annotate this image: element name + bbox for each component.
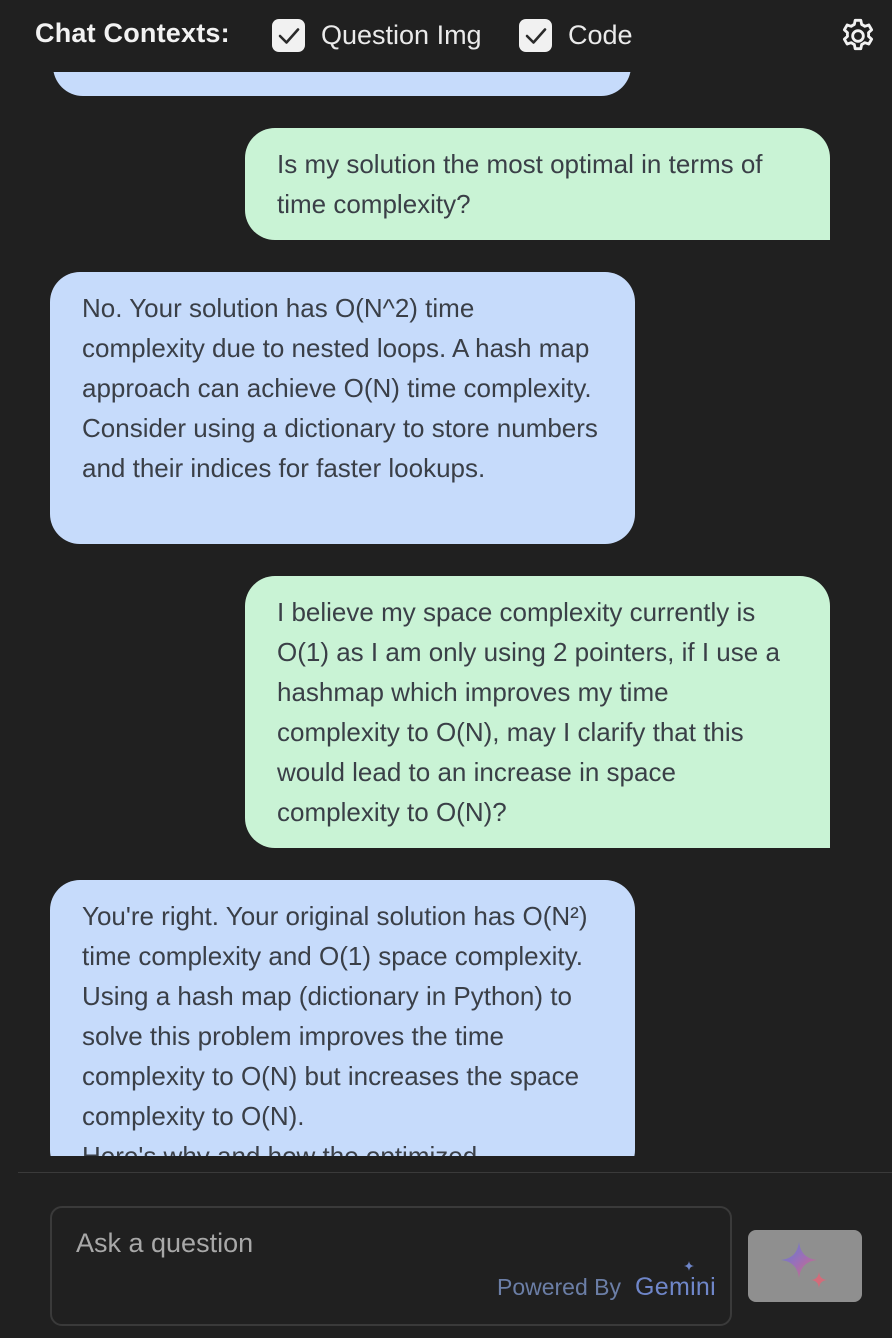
user-message: I believe my space complexity currently … xyxy=(245,576,830,848)
question-img-toggle[interactable]: Question Img xyxy=(272,19,482,52)
user-message: Is my solution the most optimal in terms… xyxy=(245,128,830,240)
code-label: Code xyxy=(568,20,633,50)
question-img-checkbox[interactable] xyxy=(272,19,305,52)
gear-icon xyxy=(842,18,874,51)
message-list[interactable]: Is my solution the most optimal in terms… xyxy=(0,72,892,1156)
checkmark-icon xyxy=(525,27,546,44)
gemini-sparkle-icon xyxy=(781,1242,827,1288)
powered-by-label: Powered By xyxy=(496,1274,621,1300)
settings-button[interactable] xyxy=(838,16,878,56)
question-input[interactable]: Ask a question Powered By Gemini xyxy=(50,1206,732,1326)
input-divider xyxy=(18,1172,892,1173)
assistant-message: No. Your solution has O(N^2) time comple… xyxy=(50,272,635,544)
gemini-wordmark: Gemini xyxy=(635,1273,716,1301)
assistant-message: You're right. Your original solution has… xyxy=(50,880,635,1156)
gemini-logo: Gemini xyxy=(635,1261,716,1302)
checkmark-icon xyxy=(278,27,299,44)
question-img-label: Question Img xyxy=(321,20,482,50)
code-toggle[interactable]: Code xyxy=(519,19,633,52)
send-button[interactable] xyxy=(748,1230,862,1302)
chat-context-header: Chat Contexts: Question Img Code xyxy=(0,0,892,72)
powered-by-gemini: Powered By Gemini xyxy=(496,1261,716,1302)
gemini-star-icon xyxy=(684,1261,694,1271)
chat-contexts-title: Chat Contexts: xyxy=(35,18,230,48)
code-checkbox[interactable] xyxy=(519,19,552,52)
chat-panel: Chat Contexts: Question Img Code Is my s… xyxy=(0,0,892,1338)
question-input-placeholder[interactable]: Ask a question xyxy=(76,1228,253,1259)
previous-assistant-message xyxy=(53,72,631,96)
